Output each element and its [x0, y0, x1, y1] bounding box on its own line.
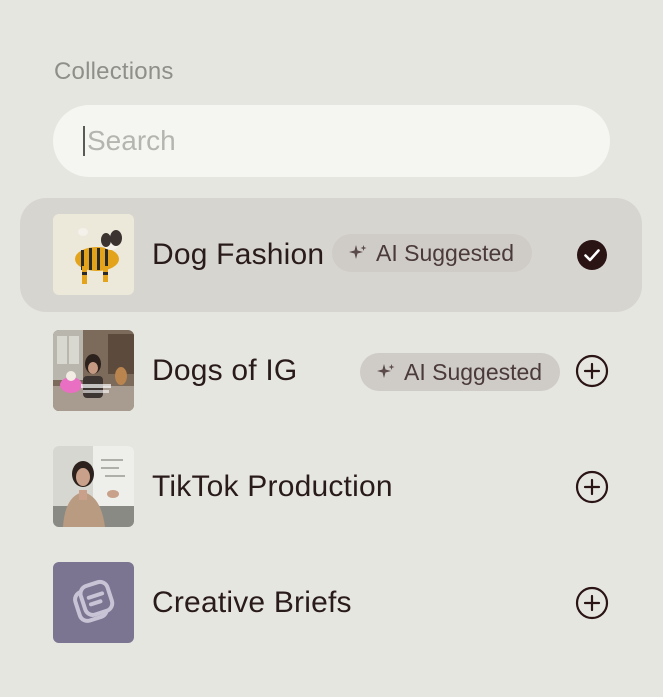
dog-fashion-thumbnail	[53, 214, 134, 295]
collection-name: Dogs of IG	[152, 354, 298, 387]
collections-panel: Collections Search Dog Fashion AI Sugges…	[0, 0, 663, 697]
add-circle-icon[interactable]	[575, 586, 609, 620]
text-caret	[83, 126, 85, 156]
selected-check-icon[interactable]	[575, 238, 609, 272]
sparkle-icon	[377, 364, 395, 378]
add-circle-icon[interactable]	[575, 470, 609, 504]
collection-row-creative-briefs[interactable]: Creative Briefs	[20, 546, 642, 660]
dogs-of-ig-thumbnail	[53, 330, 134, 411]
collection-row-tiktok-production[interactable]: TikTok Production	[20, 430, 642, 544]
collection-name: Dog Fashion	[152, 238, 325, 271]
badge-label: AI Suggested	[404, 358, 543, 385]
ai-suggested-badge: AI Suggested	[332, 234, 533, 272]
sparkle-icon	[349, 245, 367, 259]
ai-suggested-badge: AI Suggested	[360, 353, 561, 391]
add-circle-icon[interactable]	[575, 354, 609, 388]
search-input[interactable]: Search	[53, 105, 610, 177]
search-placeholder: Search	[87, 125, 176, 156]
tiktok-production-thumbnail	[53, 446, 134, 527]
collection-name: TikTok Production	[152, 470, 393, 503]
creative-briefs-thumbnail	[53, 562, 134, 643]
section-title: Collections	[54, 58, 174, 85]
badge-label: AI Suggested	[376, 239, 515, 266]
collection-row-dogs-of-ig[interactable]: Dogs of IG AI Suggested	[20, 314, 642, 428]
collection-name: Creative Briefs	[152, 586, 352, 619]
collection-row-dog-fashion[interactable]: Dog Fashion AI Suggested	[20, 198, 642, 312]
